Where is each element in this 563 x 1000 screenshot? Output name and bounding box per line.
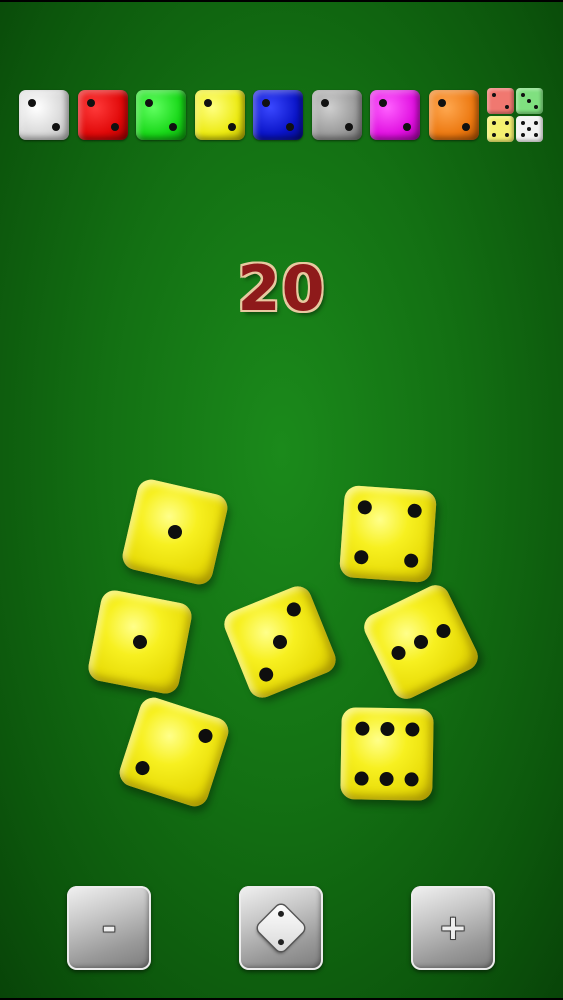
die[interactable] — [340, 707, 434, 801]
die[interactable] — [220, 582, 340, 702]
mini-die-yellow — [487, 116, 514, 142]
pip — [379, 99, 387, 107]
dice-color-palette — [19, 88, 549, 144]
die-icon — [255, 902, 307, 954]
color-blue-button[interactable] — [253, 90, 303, 140]
pip — [345, 123, 353, 131]
pip — [145, 99, 153, 107]
mini-die-white — [516, 116, 543, 142]
die[interactable] — [359, 580, 483, 704]
game-table: 20 - + — [0, 2, 563, 998]
roll-dice-button[interactable] — [239, 886, 323, 970]
pip — [438, 99, 446, 107]
color-red-button[interactable] — [78, 90, 128, 140]
pip — [228, 123, 236, 131]
mini-die-red — [487, 88, 514, 114]
dice-total-score: 20 — [237, 252, 326, 325]
color-orange-button[interactable] — [429, 90, 479, 140]
color-mixed-button[interactable] — [487, 88, 545, 146]
add-die-button[interactable]: + — [411, 886, 495, 970]
minus-icon: - — [101, 908, 117, 948]
pip — [462, 123, 470, 131]
pip — [262, 99, 270, 107]
pip — [169, 123, 177, 131]
die[interactable] — [116, 694, 232, 810]
color-gray-button[interactable] — [312, 90, 362, 140]
die[interactable] — [86, 588, 194, 696]
pip — [321, 99, 329, 107]
pip — [52, 123, 60, 131]
remove-die-button[interactable]: - — [67, 886, 151, 970]
die[interactable] — [119, 476, 231, 588]
pip — [286, 123, 294, 131]
plus-icon: + — [438, 908, 468, 948]
pip — [87, 99, 95, 107]
pip — [204, 99, 212, 107]
color-yellow-button[interactable] — [195, 90, 245, 140]
color-green-button[interactable] — [136, 90, 186, 140]
die[interactable] — [338, 484, 438, 584]
pip — [111, 123, 119, 131]
color-white-button[interactable] — [19, 90, 69, 140]
color-magenta-button[interactable] — [370, 90, 420, 140]
pip — [28, 99, 36, 107]
pip — [403, 123, 411, 131]
mini-die-green — [516, 88, 543, 114]
